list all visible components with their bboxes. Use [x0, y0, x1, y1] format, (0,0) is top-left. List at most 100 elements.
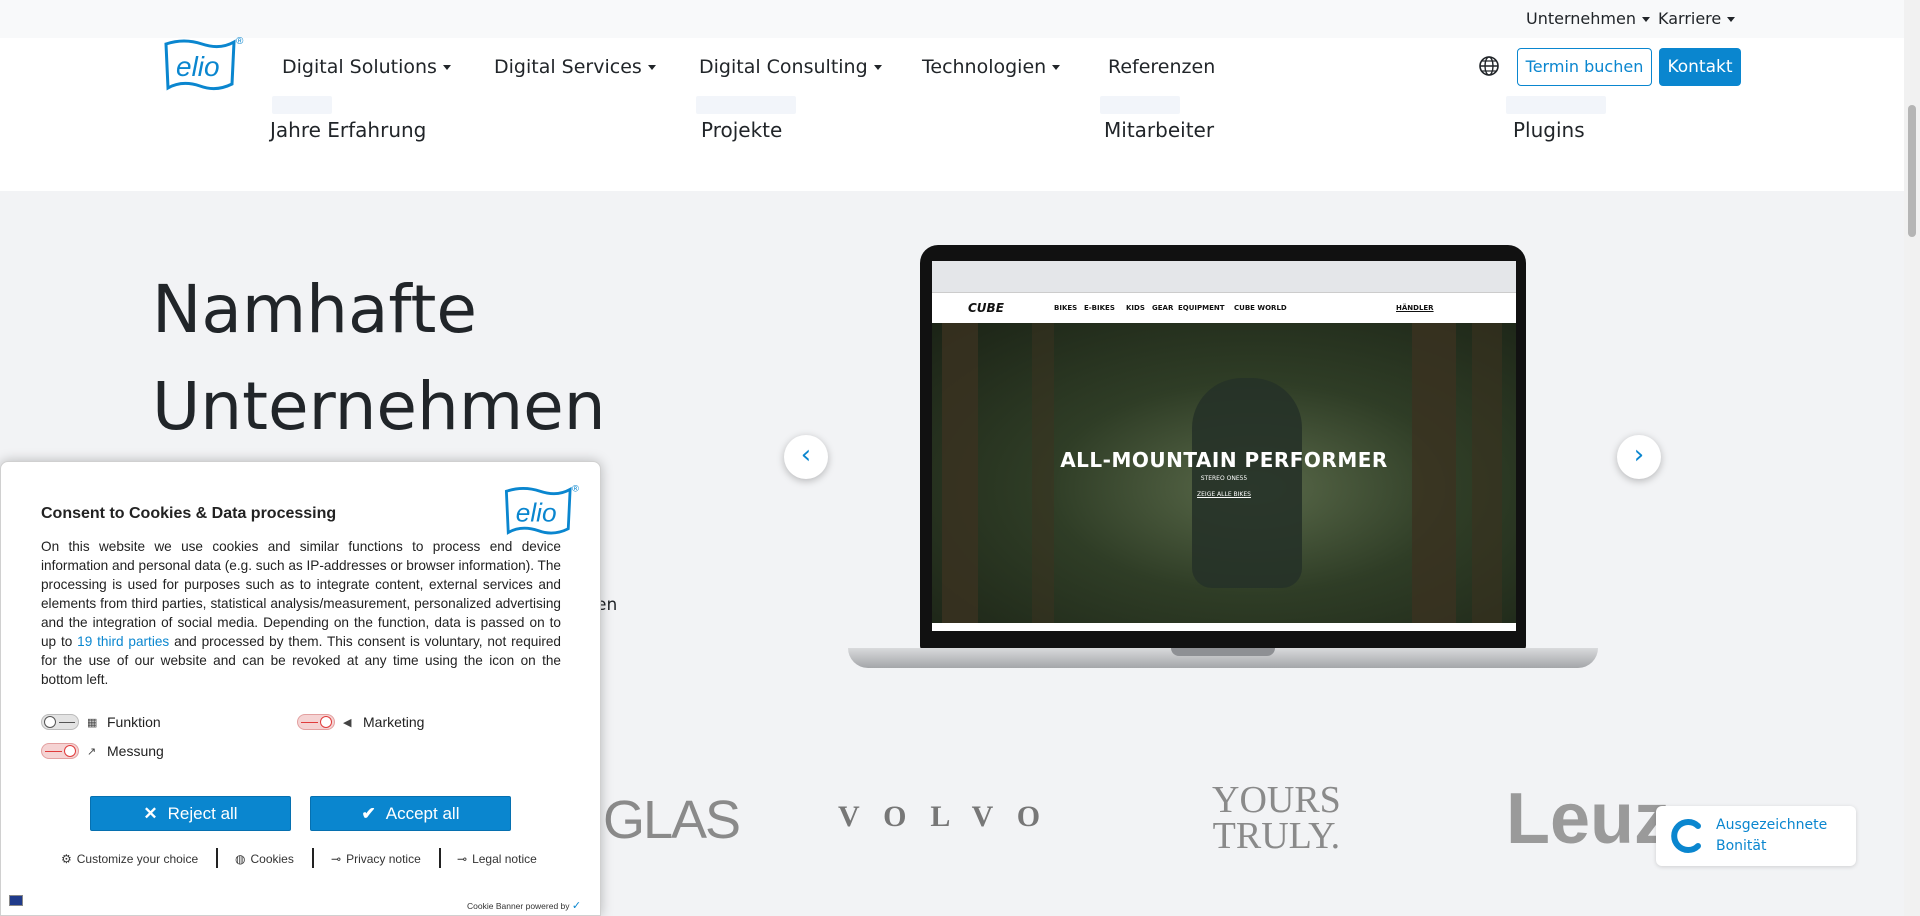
- cube-dealer-link: HÄNDLER: [1396, 304, 1434, 312]
- tree-trunk: [942, 323, 978, 623]
- cube-nav-link: GEAR: [1152, 304, 1174, 312]
- chevron-right-icon: ›: [1633, 440, 1645, 470]
- yours-truly-logo: YOURS TRULY.: [1212, 781, 1341, 857]
- reject-all-label: Reject all: [167, 804, 238, 823]
- legal-notice-link[interactable]: ⊸ Legal notice: [457, 852, 537, 866]
- cube-logo: CUBE: [968, 301, 1004, 315]
- cube-nav-link: BIKES: [1054, 304, 1078, 312]
- toggle-line: [301, 722, 318, 723]
- leuze-logo: Leuz: [1506, 779, 1671, 859]
- elio-logo[interactable]: elio ®: [162, 32, 246, 96]
- cookie-icon: ◍: [235, 852, 246, 866]
- powered-by-label: Cookie Banner powered by: [467, 901, 570, 911]
- cube-site-nav: CUBE BIKES E-BIKES KIDS GEAR EQUIPMENT C…: [932, 293, 1516, 323]
- privacy-notice-label: Privacy notice: [346, 852, 421, 866]
- accept-all-button[interactable]: ✔ Accept all: [310, 796, 511, 831]
- chevron-down-icon: [1727, 17, 1736, 22]
- funktion-toggle[interactable]: [41, 714, 79, 730]
- toggle-knob: [320, 716, 332, 728]
- language-flag-icon[interactable]: [9, 895, 23, 906]
- logo-wordmark: elio: [176, 51, 220, 82]
- third-parties-link[interactable]: 19 third parties: [77, 634, 169, 649]
- elio-logo: elio ®: [504, 483, 579, 535]
- nav-label: Digital Services: [494, 56, 642, 78]
- nav-technologien[interactable]: Technologien: [922, 56, 1061, 78]
- toggle-line: [45, 751, 62, 752]
- nav-label: Referenzen: [1108, 56, 1216, 78]
- customize-choice-label: Customize your choice: [76, 852, 199, 866]
- hero-title: ALL-MOUNTAIN PERFORMER: [1060, 448, 1388, 472]
- link-icon: ⊸: [457, 852, 468, 866]
- link-icon: ⊸: [331, 852, 342, 866]
- stat-number-placeholder: [1100, 96, 1180, 114]
- reject-all-button[interactable]: ✕ Reject all: [90, 796, 291, 831]
- marketing-toggle[interactable]: [297, 714, 335, 730]
- laptop-mockup: CUBE BIKES E-BIKES KIDS GEAR EQUIPMENT C…: [848, 245, 1598, 675]
- badge-line-1: Ausgezeichnete: [1716, 817, 1828, 833]
- cookies-link[interactable]: ◍ Cookies: [235, 852, 294, 866]
- toggle-knob: [44, 716, 56, 728]
- gear-icon: ⚙: [61, 852, 72, 866]
- privacy-notice-link[interactable]: ⊸ Privacy notice: [331, 852, 421, 866]
- globe-icon[interactable]: [1477, 54, 1501, 78]
- laptop-screen-frame: CUBE BIKES E-BIKES KIDS GEAR EQUIPMENT C…: [920, 245, 1526, 650]
- check-icon: ✔: [361, 804, 376, 823]
- cube-nav-link: EQUIPMENT: [1178, 304, 1225, 312]
- footer-separator: [216, 848, 218, 868]
- headline-line-1: Namhafte: [152, 271, 477, 348]
- util-menu-karriere[interactable]: Karriere: [1658, 9, 1736, 28]
- toggle-line: [59, 722, 75, 723]
- nav-label: Digital Solutions: [282, 56, 437, 78]
- laptop-notch: [1171, 648, 1275, 656]
- util-menu-unternehmen[interactable]: Unternehmen: [1526, 9, 1650, 28]
- megaphone-icon: ◀: [343, 717, 352, 729]
- util-menu-karriere-label: Karriere: [1658, 9, 1722, 28]
- nav-digital-services[interactable]: Digital Services: [494, 56, 656, 78]
- stat-label-years: Jahre Erfahrung: [270, 118, 427, 142]
- stat-number-placeholder: [1506, 96, 1606, 114]
- close-icon: ✕: [143, 804, 158, 823]
- category-marketing-label: Marketing: [363, 714, 425, 730]
- cookies-label: Cookies: [250, 852, 294, 866]
- volvo-logo: VOLVO: [838, 800, 1065, 833]
- svg-text:®: ®: [572, 483, 579, 493]
- stat-label-plugins: Plugins: [1513, 118, 1585, 142]
- messung-toggle[interactable]: [41, 743, 79, 759]
- legal-notice-label: Legal notice: [472, 852, 537, 866]
- cookie-consent-dialog: Consent to Cookies & Data processing eli…: [0, 461, 601, 916]
- termin-buchen-button[interactable]: Termin buchen: [1517, 48, 1652, 86]
- chevron-down-icon: [1641, 17, 1650, 22]
- stat-number-placeholder: [696, 96, 796, 114]
- cookie-body-text: On this website we use cookies and simil…: [41, 537, 561, 689]
- section-headline: Namhafte Unternehmen: [152, 261, 606, 455]
- verified-check-icon: ✓: [571, 900, 582, 912]
- kontakt-button[interactable]: Kontakt: [1659, 48, 1741, 86]
- carousel-prev-button[interactable]: ‹: [784, 435, 828, 479]
- svg-text:®: ®: [236, 36, 244, 47]
- main-header: elio ® Digital Solutions Digital Service…: [0, 36, 1904, 96]
- carousel-next-button[interactable]: ›: [1617, 435, 1661, 479]
- chevron-down-icon: [873, 65, 882, 70]
- nav-referenzen[interactable]: Referenzen: [1108, 56, 1215, 78]
- page-scrollbar[interactable]: [1904, 0, 1920, 916]
- cube-nav-link: E-BIKES: [1084, 304, 1115, 312]
- category-messung-label: Messung: [107, 743, 164, 759]
- stats-strip: Jahre Erfahrung Projekte Mitarbeiter Plu…: [0, 96, 1904, 191]
- util-menu-unternehmen-label: Unternehmen: [1526, 9, 1636, 28]
- utility-bar: Unternehmen Karriere: [0, 0, 1904, 38]
- nav-digital-consulting[interactable]: Digital Consulting: [699, 56, 882, 78]
- powered-by[interactable]: Cookie Banner powered by ✓: [467, 899, 581, 912]
- tree-trunk: [1412, 323, 1456, 623]
- hero-cta: ZEIGE ALLE BIKES: [1197, 491, 1251, 498]
- browser-bar: [932, 261, 1516, 293]
- credit-rating-badge[interactable]: Ausgezeichnete Bonität: [1656, 806, 1856, 866]
- chevron-down-icon: [1052, 65, 1061, 70]
- reference-screenshot: CUBE BIKES E-BIKES KIDS GEAR EQUIPMENT C…: [932, 261, 1516, 631]
- scrollbar-thumb[interactable]: [1908, 105, 1916, 237]
- accept-all-label: Accept all: [385, 804, 460, 823]
- yours-truly-line-2: TRULY.: [1212, 815, 1341, 857]
- cube-nav-link: KIDS: [1126, 304, 1145, 312]
- customize-choice-link[interactable]: ⚙ Customize your choice: [61, 852, 198, 866]
- nav-digital-solutions[interactable]: Digital Solutions: [282, 56, 451, 78]
- creditreform-c-icon: [1671, 819, 1701, 853]
